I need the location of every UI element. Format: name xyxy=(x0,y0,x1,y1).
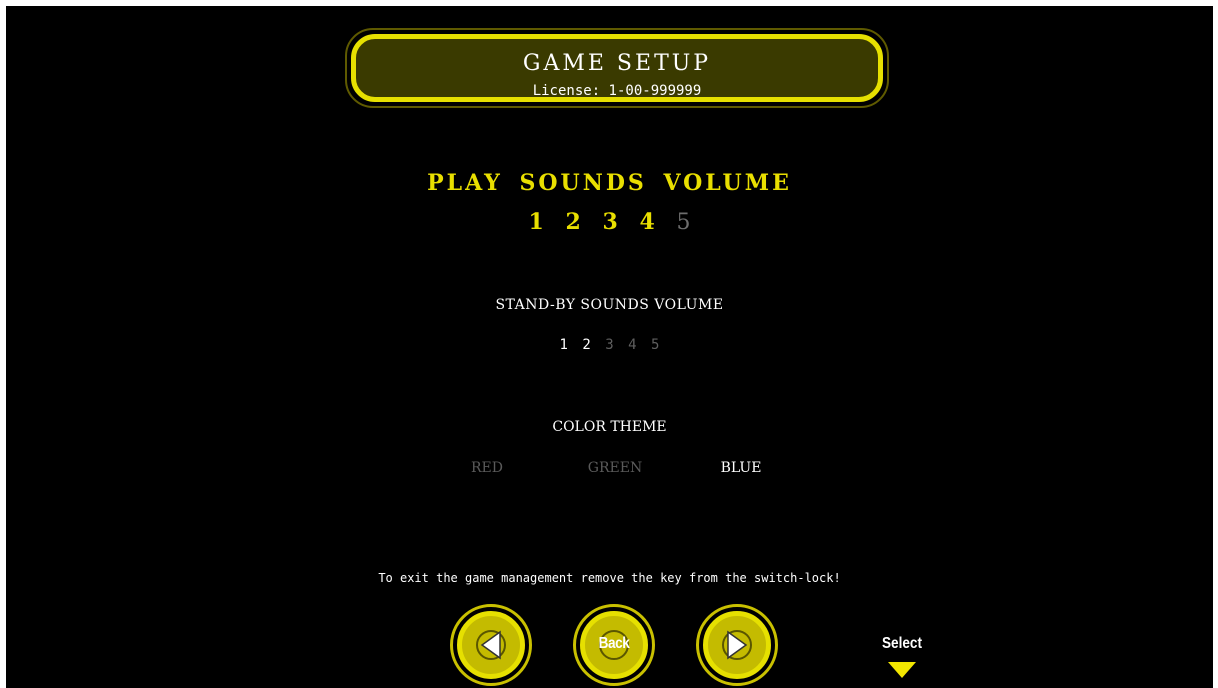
play-volume-level-2[interactable]: 2 xyxy=(566,209,581,235)
select-button-label[interactable]: Select xyxy=(877,635,926,653)
back-button-label: Back xyxy=(598,635,630,652)
play-volume-level-1[interactable]: 1 xyxy=(529,209,544,235)
header-panel-inner: GAME SETUP License: 1-00-999999 xyxy=(351,34,883,102)
standby-sounds-volume-selector[interactable]: 1 2 3 4 5 xyxy=(6,337,1213,353)
header-panel: GAME SETUP License: 1-00-999999 xyxy=(345,28,889,108)
theme-option-green[interactable]: GREEN xyxy=(555,460,675,476)
theme-option-red[interactable]: RED xyxy=(427,460,547,476)
triangle-right-icon xyxy=(727,630,748,660)
play-sounds-volume-selector[interactable]: 1 2 3 4 5 xyxy=(6,209,1213,235)
previous-button[interactable] xyxy=(450,604,532,686)
standby-volume-level-4[interactable]: 4 xyxy=(628,337,636,353)
exit-instruction: To exit the game management remove the k… xyxy=(378,571,841,585)
theme-option-blue[interactable]: BLUE xyxy=(681,460,801,476)
game-setup-screen: GAME SETUP License: 1-00-999999 PLAY SOU… xyxy=(6,6,1213,688)
page-title: GAME SETUP xyxy=(522,51,712,76)
back-button[interactable]: Back xyxy=(573,604,655,686)
standby-volume-level-3[interactable]: 3 xyxy=(605,337,613,353)
triangle-left-icon xyxy=(480,630,501,660)
next-button[interactable] xyxy=(696,604,778,686)
license-number: License: 1-00-999999 xyxy=(532,83,702,99)
standby-volume-level-2[interactable]: 2 xyxy=(582,337,590,353)
standby-sounds-volume-title: STAND-BY SOUNDS VOLUME xyxy=(495,297,724,313)
triangle-down-icon[interactable] xyxy=(887,661,917,679)
play-volume-level-3[interactable]: 3 xyxy=(603,209,618,235)
standby-volume-level-5[interactable]: 5 xyxy=(651,337,659,353)
standby-volume-level-1[interactable]: 1 xyxy=(560,337,568,353)
color-theme-title: COLOR THEME xyxy=(552,419,667,435)
play-sounds-volume-title: PLAY SOUNDS VOLUME xyxy=(427,170,792,196)
play-volume-level-5[interactable]: 5 xyxy=(676,210,690,235)
play-volume-level-4[interactable]: 4 xyxy=(639,209,654,235)
